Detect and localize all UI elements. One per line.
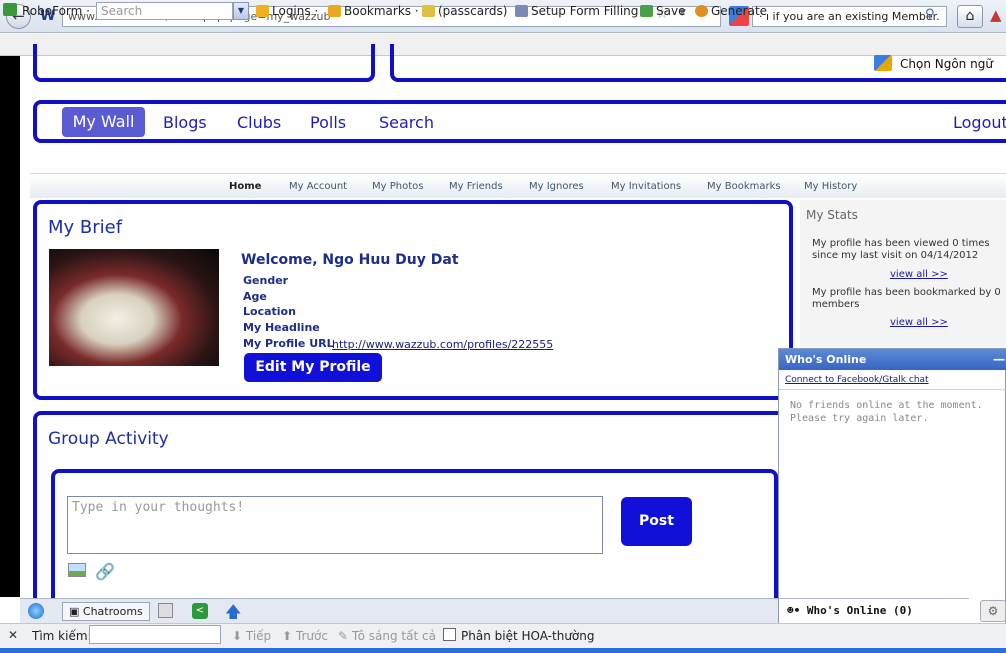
gear-icon[interactable]: ⚙	[980, 600, 1006, 622]
roboform-bookmarks[interactable]: Bookmarks ·	[328, 4, 419, 18]
browser-search-input[interactable]: · ı if you are an existing Member.	[752, 6, 947, 27]
chevron-down-icon[interactable]: ▼	[233, 2, 249, 20]
field-location: Location	[243, 305, 296, 318]
field-profile-url: My Profile URL	[243, 337, 334, 350]
logins-icon	[256, 5, 269, 17]
field-age: Age	[243, 290, 267, 303]
sub-nav	[30, 173, 1006, 198]
roboform-generate[interactable]: Generate	[695, 4, 767, 18]
thought-input[interactable]: Type in your thoughts!	[67, 496, 603, 554]
roboform-setup-form-filling[interactable]: Setup Form Filling	[515, 4, 638, 18]
whos-online-panel	[778, 348, 1006, 628]
subnav-my-account[interactable]: My Account	[289, 181, 347, 192]
profile-url-link[interactable]: http://www.wazzub.com/profiles/222555	[332, 338, 553, 351]
find-label: Tìm kiếm:	[32, 629, 92, 643]
subnav-my-friends[interactable]: My Friends	[449, 181, 503, 192]
nav-my-wall[interactable]: My Wall	[62, 107, 145, 137]
subnav-my-photos[interactable]: My Photos	[372, 181, 423, 192]
roboform-logins[interactable]: Logins ·	[256, 4, 318, 18]
roboform-logo-icon	[3, 3, 17, 16]
match-case-label: Phân biệt HOA-thường	[461, 629, 595, 643]
highlighter-icon: ✎	[338, 629, 352, 643]
connect-chat-link[interactable]: Connect to Facebook/Gtalk chat	[779, 371, 1006, 390]
whos-online-footer[interactable]: ☻• Who's Online (0)	[779, 598, 969, 623]
magnifier-icon[interactable]: ⚲	[925, 7, 935, 22]
roboform-save[interactable]: Save	[640, 4, 685, 18]
stats-view-all-views-link[interactable]: view all >>	[890, 269, 948, 280]
edit-profile-button[interactable]: Edit My Profile	[244, 353, 382, 382]
subnav-my-bookmarks[interactable]: My Bookmarks	[707, 181, 781, 192]
translate-icon[interactable]	[874, 55, 892, 71]
roboform-search-input[interactable]: Search	[96, 2, 233, 20]
find-input[interactable]	[89, 625, 221, 644]
match-case-checkbox[interactable]	[443, 628, 456, 641]
nav-clubs[interactable]: Clubs	[237, 113, 281, 132]
no-friends-message: No friends online at the moment. Please …	[790, 400, 983, 424]
window-icon[interactable]	[158, 603, 173, 618]
roboform-passcards[interactable]: (passcards)	[422, 4, 507, 18]
form-icon	[515, 5, 528, 17]
bookmarks-icon	[328, 5, 341, 17]
chatrooms-button[interactable]: ▣ Chatrooms	[62, 602, 150, 621]
subnav-home[interactable]: Home	[229, 181, 261, 192]
post-button[interactable]: Post	[621, 497, 692, 546]
find-prev-button[interactable]: ⬆ Trước	[282, 629, 328, 643]
passcards-icon	[422, 5, 435, 17]
close-icon[interactable]: ✕	[8, 628, 18, 642]
my-brief-title: My Brief	[48, 217, 123, 238]
arrow-up-icon: ⬆	[282, 629, 296, 643]
language-selector[interactable]: Chọn Ngôn ngữ	[900, 57, 993, 71]
group-activity-title: Group Activity	[48, 429, 169, 449]
find-next-button[interactable]: ⬇ Tiếp	[232, 629, 271, 643]
users-icon: ☻•	[787, 604, 807, 617]
share-icon[interactable]: <	[192, 603, 208, 619]
whos-online-header[interactable]: Who's Online	[779, 349, 1006, 370]
generate-icon	[695, 5, 708, 17]
field-gender: Gender	[243, 274, 289, 287]
nav-polls[interactable]: Polls	[310, 113, 346, 132]
arrow-down-icon: ⬇	[232, 629, 246, 643]
home-icon[interactable]: ⌂	[957, 5, 983, 28]
header-box-left	[33, 44, 375, 82]
attach-link-icon[interactable]: 🔗	[95, 562, 115, 581]
stats-view-all-bookmarks-link[interactable]: view all >>	[890, 317, 948, 328]
subnav-my-invitations[interactable]: My Invitations	[611, 181, 681, 192]
welcome-heading: Welcome, Ngo Huu Duy Dat	[241, 252, 459, 268]
my-stats-title: My Stats	[806, 208, 858, 222]
subnav-my-ignores[interactable]: My Ignores	[529, 181, 584, 192]
save-icon	[640, 5, 653, 17]
profile-photo[interactable]	[49, 249, 219, 366]
minimize-icon[interactable]: —	[993, 349, 1006, 370]
addon-icon[interactable]: ▲	[990, 6, 1002, 24]
subnav-my-history[interactable]: My History	[804, 181, 857, 192]
taskbar	[0, 648, 1006, 653]
roboform-menu[interactable]: RoboForm ·	[22, 4, 90, 18]
chatrooms-icon: ▣	[69, 605, 83, 618]
nav-blogs[interactable]: Blogs	[163, 113, 207, 132]
highlight-all-button[interactable]: ✎ Tô sáng tất cả	[338, 629, 436, 643]
nav-search[interactable]: Search	[379, 113, 434, 132]
field-headline: My Headline	[243, 321, 320, 334]
stats-bookmarked-text: My profile has been bookmarked by 0 memb…	[812, 287, 1001, 310]
globe-icon[interactable]	[28, 603, 44, 619]
window-edge	[0, 56, 20, 597]
nav-logout[interactable]: Logout	[953, 113, 1006, 132]
stats-viewed-text: My profile has been viewed 0 times since…	[812, 238, 990, 261]
attach-image-icon[interactable]	[68, 563, 86, 577]
